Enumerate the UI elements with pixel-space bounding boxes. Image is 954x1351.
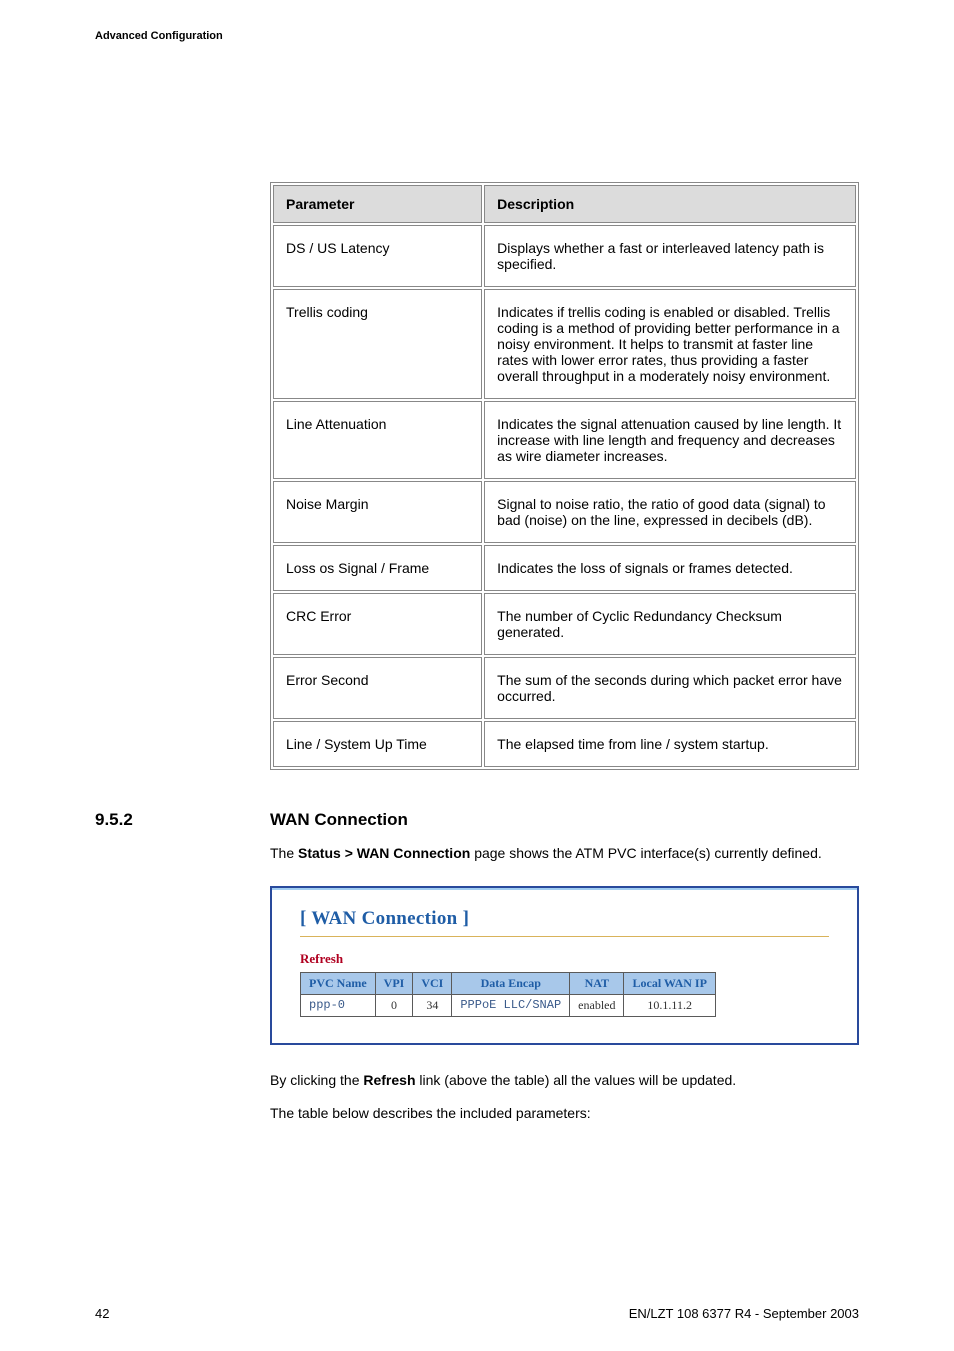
wan-col-pvcname: PVC Name <box>301 972 376 994</box>
param-cell: Line / System Up Time <box>273 721 482 767</box>
param-cell: Loss os Signal / Frame <box>273 545 482 591</box>
wan-cell-encap: PPPoE LLC/SNAP <box>452 994 570 1016</box>
after-panel-p2: The table below describes the included p… <box>270 1104 859 1124</box>
col-header-parameter: Parameter <box>273 185 482 223</box>
desc-cell: The elapsed time from line / system star… <box>484 721 856 767</box>
refresh-link[interactable]: Refresh <box>300 951 343 967</box>
desc-cell: Indicates the signal attenuation caused … <box>484 401 856 479</box>
desc-cell: Displays whether a fast or interleaved l… <box>484 225 856 287</box>
col-header-description: Description <box>484 185 856 223</box>
param-cell: Noise Margin <box>273 481 482 543</box>
intro-suffix: page shows the ATM PVC interface(s) curr… <box>470 845 821 861</box>
divider <box>300 936 829 937</box>
wan-connection-table: PVC Name VPI VCI Data Encap NAT Local WA… <box>300 972 716 1017</box>
table-row: Line / System Up Time The elapsed time f… <box>273 721 856 767</box>
wan-cell-vpi: 0 <box>375 994 413 1016</box>
document-id: EN/LZT 108 6377 R4 - September 2003 <box>629 1306 859 1321</box>
table-row: DS / US Latency Displays whether a fast … <box>273 225 856 287</box>
desc-cell: The number of Cyclic Redundancy Checksum… <box>484 593 856 655</box>
table-row: Trellis coding Indicates if trellis codi… <box>273 289 856 399</box>
wan-table-row: ppp-0 0 34 PPPoE LLC/SNAP enabled 10.1.1… <box>301 994 716 1016</box>
table-row: CRC Error The number of Cyclic Redundanc… <box>273 593 856 655</box>
wan-col-vpi: VPI <box>375 972 413 994</box>
p1-bold: Refresh <box>363 1072 415 1088</box>
desc-cell: Signal to noise ratio, the ratio of good… <box>484 481 856 543</box>
table-row: Error Second The sum of the seconds duri… <box>273 657 856 719</box>
param-cell: Trellis coding <box>273 289 482 399</box>
intro-paragraph: The Status > WAN Connection page shows t… <box>270 844 859 864</box>
desc-cell: The sum of the seconds during which pack… <box>484 657 856 719</box>
after-panel-p1: By clicking the Refresh link (above the … <box>270 1071 859 1091</box>
parameter-table: Parameter Description DS / US Latency Di… <box>270 182 859 770</box>
wan-col-localwanip: Local WAN IP <box>624 972 715 994</box>
wan-cell-ip: 10.1.11.2 <box>624 994 715 1016</box>
intro-bold: Status > WAN Connection <box>298 845 470 861</box>
wan-cell-pvc[interactable]: ppp-0 <box>301 994 376 1016</box>
wan-cell-nat: enabled <box>570 994 624 1016</box>
param-cell: DS / US Latency <box>273 225 482 287</box>
wan-panel-heading: [ WAN Connection ] <box>300 908 829 930</box>
page-number: 42 <box>95 1306 109 1321</box>
desc-cell: Indicates if trellis coding is enabled o… <box>484 289 856 399</box>
wan-col-vci: VCI <box>413 972 452 994</box>
param-cell: Error Second <box>273 657 482 719</box>
section-heading-row: 9.5.2 WAN Connection <box>270 810 859 830</box>
section-number: 9.5.2 <box>95 810 270 830</box>
wan-col-nat: NAT <box>570 972 624 994</box>
p1-suffix: link (above the table) all the values wi… <box>416 1072 737 1088</box>
param-cell: CRC Error <box>273 593 482 655</box>
wan-cell-vci: 34 <box>413 994 452 1016</box>
desc-cell: Indicates the loss of signals or frames … <box>484 545 856 591</box>
page-footer: 42 EN/LZT 108 6377 R4 - September 2003 <box>95 1306 859 1321</box>
intro-prefix: The <box>270 845 298 861</box>
page-header: Advanced Configuration <box>0 0 954 42</box>
section-title: WAN Connection <box>270 810 408 830</box>
table-row: Loss os Signal / Frame Indicates the los… <box>273 545 856 591</box>
table-row: Line Attenuation Indicates the signal at… <box>273 401 856 479</box>
wan-connection-panel: [ WAN Connection ] Refresh PVC Name VPI … <box>270 886 859 1045</box>
p1-prefix: By clicking the <box>270 1072 363 1088</box>
table-row: Noise Margin Signal to noise ratio, the … <box>273 481 856 543</box>
param-cell: Line Attenuation <box>273 401 482 479</box>
wan-col-encap: Data Encap <box>452 972 570 994</box>
